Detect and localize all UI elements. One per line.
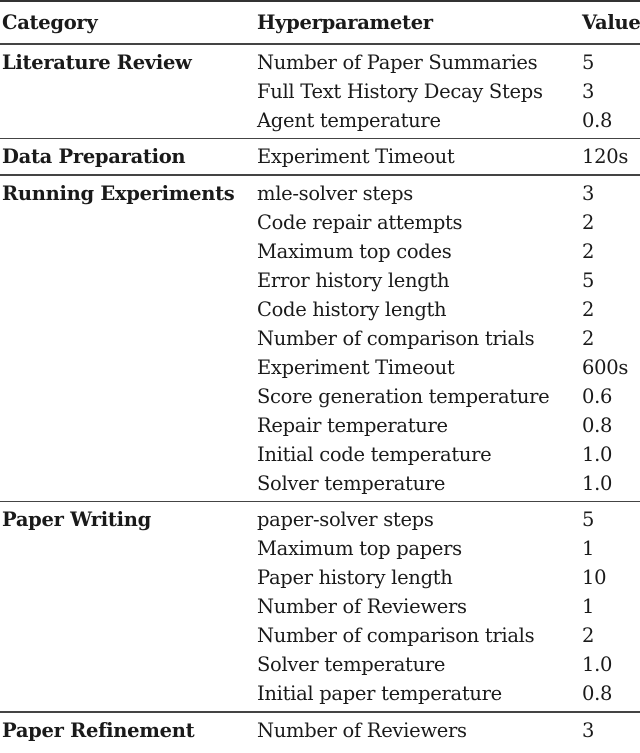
value-cell: 1 xyxy=(582,595,595,618)
value-cell: 2 xyxy=(582,624,595,647)
table-row: Maximum top papers 1 xyxy=(0,534,640,563)
table-row: Number of comparison trials 2 xyxy=(0,621,640,650)
table-row: Code repair attempts 2 xyxy=(0,208,640,237)
table-row: Data Preparation Experiment Timeout 120s xyxy=(0,142,640,171)
table-row: Experiment Timeout 600s xyxy=(0,353,640,382)
table-header-row: Category Hyperparameter Value xyxy=(0,2,640,43)
value-cell: 10 xyxy=(582,566,607,589)
header-hyperparameter: Hyperparameter xyxy=(257,11,433,34)
table-row: Paper history length 10 xyxy=(0,563,640,592)
category-cell: Running Experiments xyxy=(2,181,235,205)
table-group: Data Preparation Experiment Timeout 120s xyxy=(0,139,640,174)
header-category: Category xyxy=(2,11,98,34)
hyperparameter-cell: Full Text History Decay Steps xyxy=(257,79,543,103)
table-row: Repair temperature 0.8 xyxy=(0,411,640,440)
table-row: Running Experiments mle-solver steps 3 xyxy=(0,179,640,208)
value-cell: 3 xyxy=(582,79,595,103)
value-cell: 120s xyxy=(582,145,629,168)
value-cell: 5 xyxy=(582,50,595,74)
category-cell: Paper Writing xyxy=(2,508,151,531)
hyperparameter-cell: Number of comparison trials xyxy=(257,624,535,647)
value-cell: 1.0 xyxy=(582,442,613,466)
table-row: Solver temperature 1.0 xyxy=(0,469,640,498)
hyperparameter-cell: Number of comparison trials xyxy=(257,326,535,350)
table-row: Agent temperature 0.8 xyxy=(0,106,640,135)
value-cell: 3 xyxy=(582,181,595,205)
table-row: Full Text History Decay Steps 3 xyxy=(0,77,640,106)
hyperparameter-cell: Code repair attempts xyxy=(257,210,463,234)
table-row: Score generation temperature 0.6 xyxy=(0,382,640,411)
hyperparameter-cell: Experiment Timeout xyxy=(257,145,455,168)
value-cell: 0.8 xyxy=(582,682,613,705)
table-row: Literature Review Number of Paper Summari… xyxy=(0,48,640,77)
hyperparameter-table: Category Hyperparameter Value Literature… xyxy=(0,0,640,748)
value-cell: 3 xyxy=(582,718,595,742)
table-group: Running Experiments mle-solver steps 3 Code… xyxy=(0,176,640,501)
value-cell: 2 xyxy=(582,326,595,350)
hyperparameter-cell: Score generation temperature xyxy=(257,384,550,408)
hyperparameter-cell: paper-solver steps xyxy=(257,508,434,531)
table-row: Paper Writing paper-solver steps 5 xyxy=(0,505,640,534)
table-row: Number of comparison trials 2 xyxy=(0,324,640,353)
table-row: Error history length 5 xyxy=(0,266,640,295)
category-cell: Paper Refinement xyxy=(2,718,195,742)
table-group: Paper Refinement Number of Reviewers 3 xyxy=(0,713,640,748)
table-row: Solver temperature 1.0 xyxy=(0,650,640,679)
hyperparameter-cell: Maximum top papers xyxy=(257,537,462,560)
value-cell: 0.8 xyxy=(582,108,613,132)
category-cell: Data Preparation xyxy=(2,145,186,168)
hyperparameter-cell: Agent temperature xyxy=(257,108,441,132)
table-row: Initial paper temperature 0.8 xyxy=(0,679,640,708)
table-row: Code history length 2 xyxy=(0,295,640,324)
hyperparameter-cell: Number of Paper Summaries xyxy=(257,50,538,74)
table-row: Number of Reviewers 1 xyxy=(0,592,640,621)
hyperparameter-cell: Number of Reviewers xyxy=(257,718,467,742)
table-row: Paper Refinement Number of Reviewers 3 xyxy=(0,716,640,745)
value-cell: 5 xyxy=(582,508,595,531)
value-cell: 0.8 xyxy=(582,413,613,437)
category-cell: Literature Review xyxy=(2,50,192,74)
hyperparameter-cell: Number of Reviewers xyxy=(257,595,467,618)
table-row: Initial code temperature 1.0 xyxy=(0,440,640,469)
hyperparameter-cell: Experiment Timeout xyxy=(257,355,455,379)
table-group: Paper Writing paper-solver steps 5 Maximum … xyxy=(0,502,640,711)
value-cell: 600s xyxy=(582,355,629,379)
header-value: Value xyxy=(582,11,640,34)
value-cell: 2 xyxy=(582,239,595,263)
value-cell: 1.0 xyxy=(582,471,613,495)
hyperparameter-cell: Maximum top codes xyxy=(257,239,452,263)
value-cell: 1 xyxy=(582,537,595,560)
table-group: Literature Review Number of Paper Summari… xyxy=(0,45,640,138)
value-cell: 2 xyxy=(582,297,595,321)
hyperparameter-cell: Initial code temperature xyxy=(257,442,492,466)
hyperparameter-cell: Paper history length xyxy=(257,566,453,589)
hyperparameter-cell: mle-solver steps xyxy=(257,181,413,205)
hyperparameter-cell: Repair temperature xyxy=(257,413,448,437)
hyperparameter-cell: Error history length xyxy=(257,268,450,292)
hyperparameter-cell: Initial paper temperature xyxy=(257,682,502,705)
hyperparameter-cell: Solver temperature xyxy=(257,653,446,676)
value-cell: 0.6 xyxy=(582,384,613,408)
value-cell: 2 xyxy=(582,210,595,234)
table-row: Maximum top codes 2 xyxy=(0,237,640,266)
hyperparameter-cell: Code history length xyxy=(257,297,447,321)
hyperparameter-cell: Solver temperature xyxy=(257,471,446,495)
value-cell: 1.0 xyxy=(582,653,613,676)
value-cell: 5 xyxy=(582,268,595,292)
table-body: Literature Review Number of Paper Summari… xyxy=(0,45,640,748)
